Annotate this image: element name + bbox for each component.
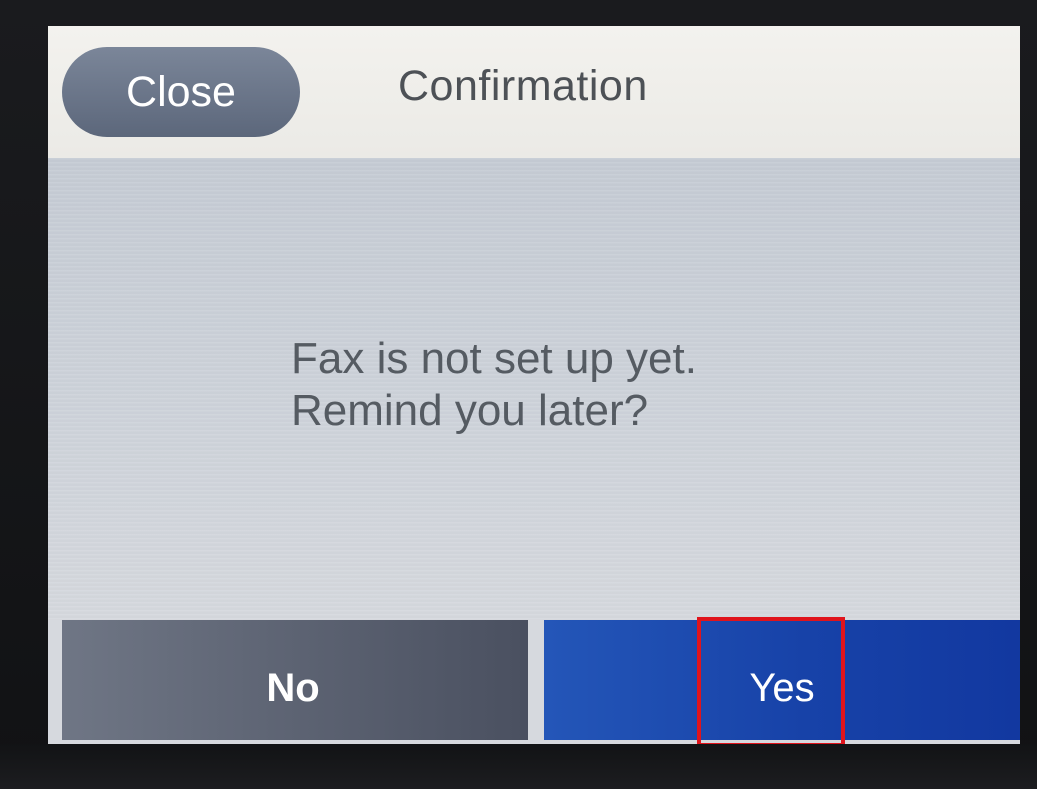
dialog-body: Fax is not set up yet. Remind you later? (48, 158, 1020, 620)
close-button[interactable]: Close (62, 47, 300, 137)
yes-button-label: Yes (749, 665, 815, 710)
printer-device: Close Confirmation Fax is not set up yet… (0, 0, 1037, 789)
bezel-bottom (0, 744, 1037, 789)
close-button-label: Close (126, 67, 236, 116)
message-line-1: Fax is not set up yet. (291, 334, 697, 383)
dialog-message: Fax is not set up yet. Remind you later? (291, 333, 697, 437)
no-button-label: No (266, 665, 320, 710)
dialog-title: Confirmation (398, 62, 648, 110)
title-bar: Close Confirmation (48, 26, 1020, 158)
action-bar: No Yes (48, 620, 1020, 744)
lcd-screen: Close Confirmation Fax is not set up yet… (48, 26, 1020, 744)
yes-button[interactable]: Yes (544, 620, 1020, 740)
no-button[interactable]: No (62, 620, 528, 740)
message-line-2: Remind you later? (291, 386, 649, 435)
